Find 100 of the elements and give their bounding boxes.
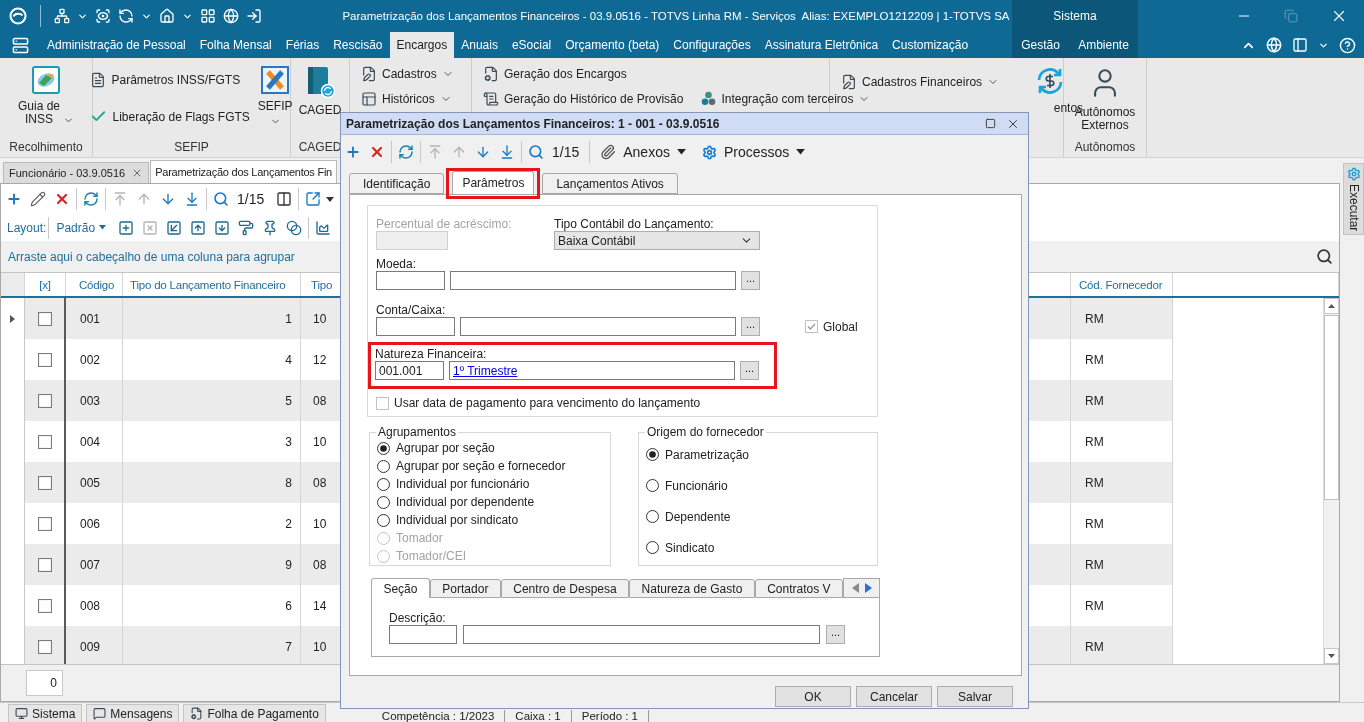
panel-icon[interactable] <box>1292 37 1308 53</box>
document-tab[interactable]: Parametrização dos Lançamentos Fin <box>150 160 337 183</box>
refresh-icon[interactable] <box>398 144 414 160</box>
menu-tab[interactable]: eSocial <box>504 32 559 58</box>
ribbon-button[interactable]: Cadastros <box>359 63 456 85</box>
checkbox[interactable] <box>37 393 52 408</box>
menu-tab[interactable]: Rescisão <box>326 32 390 58</box>
checkbox[interactable] <box>37 598 52 613</box>
network-icon[interactable] <box>54 8 70 24</box>
column-header[interactable]: Código <box>79 278 115 291</box>
globe-icon[interactable] <box>1266 37 1282 53</box>
tab[interactable]: Natureza de Gasto <box>629 579 755 598</box>
stack-icon[interactable] <box>11 36 29 54</box>
vertical-scrollbar[interactable] <box>1323 298 1339 664</box>
menu-button[interactable]: Anexos <box>592 140 694 164</box>
ribbon-button[interactable]: Geração dos Encargos <box>481 63 686 85</box>
ribbon-button[interactable]: Geração do Histórico de Provisão <box>481 88 686 110</box>
menu-tab[interactable]: Administração de Pessoal <box>40 32 193 58</box>
radio-button[interactable] <box>377 513 390 527</box>
checkbox[interactable] <box>37 352 52 367</box>
arrow-left-icon[interactable] <box>851 583 859 593</box>
tab[interactable]: Portador <box>429 579 501 598</box>
input-field[interactable] <box>450 271 736 290</box>
circles-icon[interactable] <box>286 219 303 236</box>
tab[interactable]: Parâmetros <box>452 171 535 194</box>
search-icon[interactable] <box>1316 248 1333 265</box>
dialog-button[interactable]: Salvar <box>937 686 1013 707</box>
menu-button[interactable]: Processos <box>693 140 814 164</box>
input-field[interactable] <box>460 317 736 336</box>
checkbox[interactable] <box>37 311 52 326</box>
refresh-icon[interactable] <box>83 191 99 207</box>
columns-icon[interactable] <box>276 191 293 207</box>
dialog-button[interactable]: Cancelar <box>856 686 932 707</box>
link[interactable]: 1º Trimestre <box>453 363 518 378</box>
checkbox[interactable] <box>37 557 52 572</box>
dropdown[interactable]: Baixa Contábil <box>554 231 760 250</box>
radio-button[interactable] <box>377 441 390 455</box>
ribbon-button[interactable]: Guia de INSS <box>16 58 76 126</box>
grid-icon[interactable] <box>200 8 216 24</box>
column-header[interactable]: Tipo do Lançamento Financeiro <box>130 278 286 291</box>
circle-logo-icon[interactable] <box>9 7 27 25</box>
home-icon[interactable] <box>159 8 175 24</box>
browse-button[interactable]: ... <box>741 317 760 336</box>
tab[interactable]: Lançamentos Ativos <box>542 173 678 194</box>
radio-button[interactable] <box>646 541 659 554</box>
radio-label[interactable]: Agrupar por seção <box>396 441 495 455</box>
radio-button[interactable] <box>377 477 390 491</box>
browse-button[interactable]: ... <box>741 271 760 290</box>
layout-dropdown[interactable]: Padrão <box>51 220 115 235</box>
input-field[interactable] <box>376 317 455 336</box>
status-tab[interactable]: Sistema <box>8 704 83 722</box>
arrow-down-icon[interactable] <box>160 191 176 207</box>
column-header[interactable]: Tipo <box>311 278 333 291</box>
radio-label[interactable]: Individual por dependente <box>396 495 535 509</box>
ribbon-button[interactable]: Parâmetros INSS/FGTS <box>88 69 252 92</box>
area-chart-icon[interactable] <box>315 219 332 236</box>
menu-tab[interactable]: Férias <box>278 32 327 58</box>
browse-button[interactable]: ... <box>826 625 845 644</box>
dialog-button[interactable]: OK <box>775 686 851 707</box>
eye-icon[interactable] <box>95 8 111 24</box>
globe-icon[interactable] <box>223 8 239 24</box>
menu-tab[interactable]: Folha Mensal <box>192 32 279 58</box>
plus-icon[interactable] <box>6 191 22 207</box>
radio-label[interactable]: Individual por sindicato <box>396 513 519 527</box>
arrow-down-to-line-icon[interactable] <box>499 144 515 160</box>
radio-label[interactable]: Funcionário <box>665 478 728 493</box>
menu-tab[interactable]: Orçamento (beta) <box>558 32 667 58</box>
side-tab[interactable]: Executar <box>1343 163 1364 235</box>
tab[interactable]: Centro de Despesa <box>500 579 630 598</box>
pencil-icon[interactable] <box>30 191 46 207</box>
input-field[interactable]: 001.001 <box>375 361 444 380</box>
input-field[interactable] <box>376 271 445 290</box>
menu-tab[interactable]: Anuais <box>454 32 505 58</box>
radio-button[interactable] <box>646 510 659 523</box>
ribbon-button[interactable]: CAGED <box>296 58 344 117</box>
tab[interactable]: Identificação <box>349 173 445 194</box>
checkbox[interactable] <box>37 434 52 449</box>
menu-tab[interactable]: Assinatura Eletrônica <box>757 32 886 58</box>
radio-button[interactable] <box>377 495 390 509</box>
menu-tab[interactable]: Configurações <box>666 32 758 58</box>
column-header[interactable]: Cód. Fornecedor <box>1079 278 1163 291</box>
input-field[interactable] <box>389 625 457 644</box>
square-plus-icon[interactable] <box>118 219 135 236</box>
radio-label[interactable]: Individual por funcionário <box>396 477 530 491</box>
tab[interactable]: Contratos V <box>754 579 844 598</box>
menu-tab[interactable]: Customização <box>885 32 976 58</box>
delete-icon[interactable] <box>369 144 385 160</box>
box-arrow-icon[interactable] <box>304 191 321 207</box>
radio-label[interactable]: Dependente <box>665 509 731 524</box>
radio-label[interactable]: Sindicato <box>665 540 715 555</box>
radio-button[interactable] <box>377 459 390 473</box>
menu-tab[interactable]: Encargos <box>389 32 455 58</box>
input-field[interactable] <box>463 625 820 644</box>
ribbon-button[interactable]: Liberação de Flags FGTS <box>88 105 252 128</box>
radio-label[interactable]: Agrupar por seção e fornecedor <box>396 459 566 473</box>
scrollbar-thumb[interactable] <box>1324 315 1339 500</box>
status-tab[interactable]: Folha de Pagamento <box>183 704 326 722</box>
arrow-down-to-line-icon[interactable] <box>184 191 200 207</box>
checkbox[interactable] <box>37 639 52 654</box>
refresh-icon[interactable] <box>118 8 134 24</box>
